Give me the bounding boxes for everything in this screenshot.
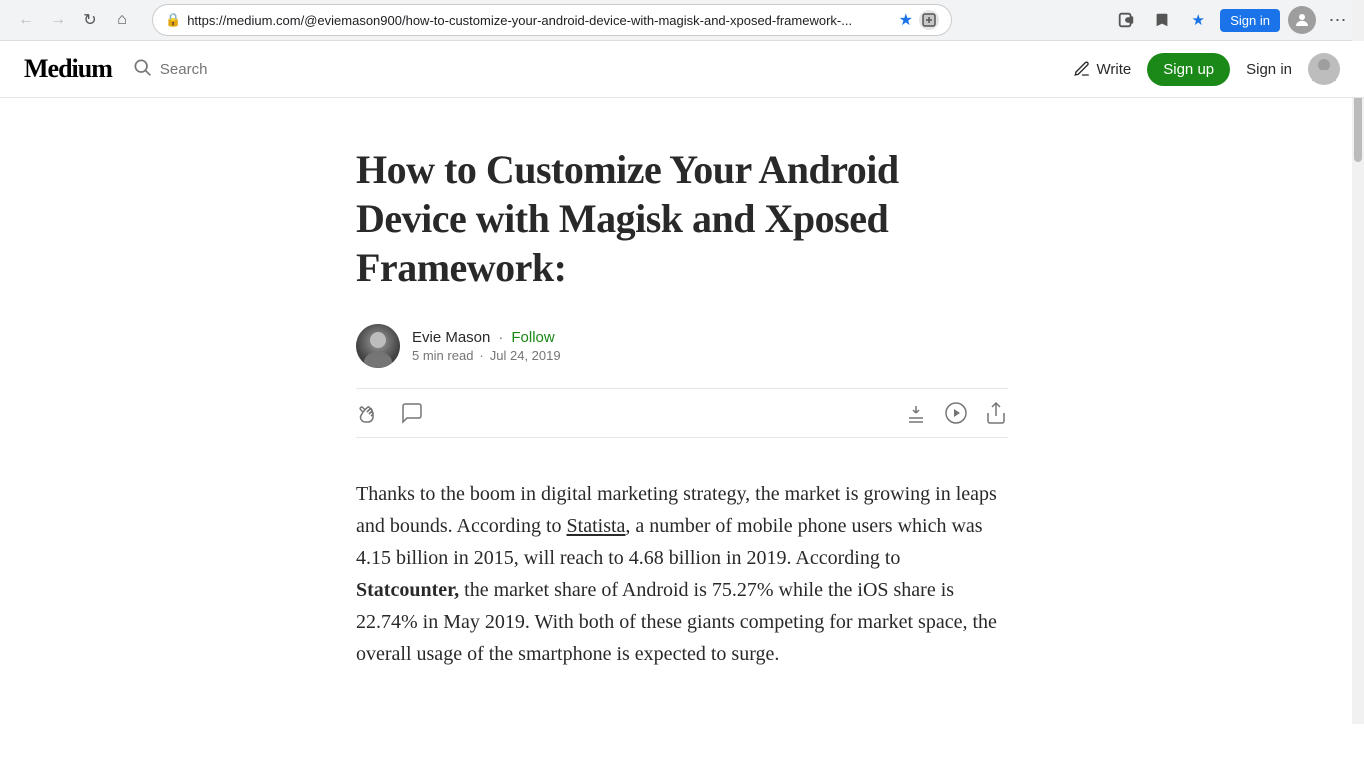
author-avatar-image bbox=[356, 324, 400, 368]
nav-right: Write Sign up Sign in bbox=[1073, 53, 1340, 86]
toolbar-right: ★ Sign in ⋯ bbox=[1112, 6, 1352, 34]
signin-button[interactable]: Sign in bbox=[1246, 61, 1292, 78]
author-name[interactable]: Evie Mason bbox=[412, 329, 490, 346]
write-button[interactable]: Write bbox=[1073, 60, 1132, 78]
back-button[interactable]: ← bbox=[12, 6, 40, 34]
article-title: How to Customize Your Android Device wit… bbox=[356, 146, 1008, 292]
search-area[interactable]: Search bbox=[132, 57, 208, 82]
listen-button[interactable] bbox=[944, 401, 968, 425]
share-button[interactable] bbox=[984, 401, 1008, 425]
article-body: Thanks to the boom in digital marketing … bbox=[356, 478, 1008, 670]
author-avatar[interactable] bbox=[356, 324, 400, 368]
comment-button[interactable] bbox=[400, 401, 424, 425]
action-bar bbox=[356, 388, 1008, 438]
signup-button[interactable]: Sign up bbox=[1147, 53, 1230, 86]
action-left bbox=[356, 401, 424, 425]
address-bar[interactable]: 🔒 https://medium.com/@eviemason900/how-t… bbox=[152, 4, 952, 36]
reload-button[interactable]: ↻ bbox=[76, 6, 104, 34]
author-dot-separator: · bbox=[498, 329, 503, 346]
forward-button[interactable]: → bbox=[44, 6, 72, 34]
article-container: How to Customize Your Android Device wit… bbox=[332, 98, 1032, 758]
medium-logo[interactable]: Medium bbox=[24, 54, 112, 84]
author-info: Evie Mason · Follow 5 min read · Jul 24,… bbox=[412, 329, 561, 363]
browser-profile-icon[interactable] bbox=[1288, 6, 1316, 34]
more-options-button[interactable]: ⋯ bbox=[1324, 6, 1352, 34]
user-avatar[interactable] bbox=[1308, 53, 1340, 85]
scrollbar[interactable] bbox=[1352, 0, 1364, 724]
write-label: Write bbox=[1097, 61, 1132, 78]
search-label: Search bbox=[160, 61, 208, 78]
browser-top-bar: ← → ↻ ⌂ 🔒 https://medium.com/@eviemason9… bbox=[0, 0, 1364, 40]
article-meta: 5 min read · Jul 24, 2019 bbox=[412, 348, 561, 363]
statcounter-bold: Statcounter, bbox=[356, 579, 459, 601]
read-time: 5 min read bbox=[412, 348, 473, 363]
search-icon bbox=[132, 57, 152, 82]
follow-button[interactable]: Follow bbox=[511, 329, 554, 346]
cursor-indicator bbox=[919, 10, 939, 30]
author-name-row: Evie Mason · Follow bbox=[412, 329, 561, 346]
article-paragraph-1: Thanks to the boom in digital marketing … bbox=[356, 478, 1008, 670]
clap-button[interactable] bbox=[356, 401, 380, 425]
bookmark-button[interactable]: ★ bbox=[1184, 6, 1212, 34]
author-row: Evie Mason · Follow 5 min read · Jul 24,… bbox=[356, 324, 1008, 368]
publish-date: Jul 24, 2019 bbox=[490, 348, 561, 363]
action-right bbox=[904, 401, 1008, 425]
home-button[interactable]: ⌂ bbox=[108, 6, 136, 34]
browser-signin-button[interactable]: Sign in bbox=[1220, 9, 1280, 32]
read-list-button[interactable] bbox=[1148, 6, 1176, 34]
statista-link[interactable]: Statista bbox=[567, 515, 626, 537]
save-button[interactable] bbox=[904, 401, 928, 425]
medium-nav: Medium Search Write Sign up Sign in bbox=[0, 41, 1364, 98]
extensions-button[interactable] bbox=[1112, 6, 1140, 34]
bookmark-star-icon[interactable]: ★ bbox=[899, 10, 913, 30]
nav-buttons: ← → ↻ ⌂ bbox=[12, 6, 136, 34]
lock-icon: 🔒 bbox=[165, 12, 181, 28]
browser-chrome: ← → ↻ ⌂ 🔒 https://medium.com/@eviemason9… bbox=[0, 0, 1364, 41]
article-main: How to Customize Your Android Device wit… bbox=[0, 98, 1364, 758]
url-text: https://medium.com/@eviemason900/how-to-… bbox=[187, 13, 892, 28]
meta-dot: · bbox=[479, 348, 483, 363]
